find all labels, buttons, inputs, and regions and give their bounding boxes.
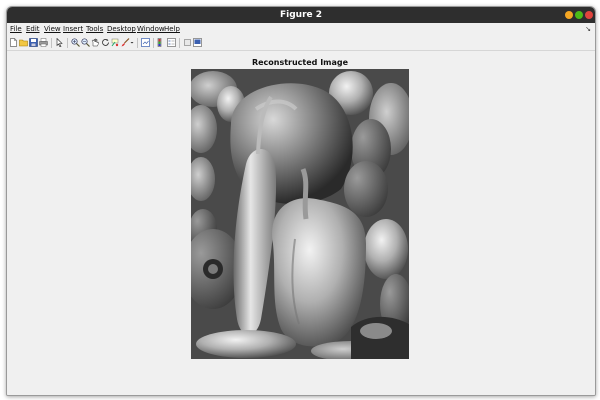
- pan-icon[interactable]: [91, 38, 100, 47]
- toolbar-separator: [137, 38, 138, 48]
- menu-view[interactable]: View: [44, 25, 61, 34]
- image-axes[interactable]: [191, 69, 409, 359]
- save-icon[interactable]: [29, 38, 38, 47]
- insert-colorbar-icon[interactable]: [157, 38, 166, 47]
- insert-legend-icon[interactable]: [167, 38, 176, 47]
- data-cursor-icon[interactable]: [111, 38, 120, 47]
- title-bar[interactable]: Figure 2: [7, 7, 595, 23]
- menu-window[interactable]: Window: [137, 25, 165, 34]
- toolbar-separator: [67, 38, 68, 48]
- menu-desktop[interactable]: Desktop: [107, 25, 136, 34]
- menu-file[interactable]: File: [10, 25, 22, 34]
- menu-bar: File Edit View Insert Tools Desktop Wind…: [7, 24, 595, 35]
- menu-tools[interactable]: Tools: [86, 25, 103, 34]
- figure-toolbar: [7, 36, 595, 51]
- edit-plot-icon[interactable]: [55, 38, 64, 47]
- axes-title: Reconstructed Image: [251, 58, 349, 67]
- menu-insert[interactable]: Insert: [63, 25, 83, 34]
- maximize-button[interactable]: [575, 11, 583, 19]
- link-plot-icon[interactable]: [141, 38, 150, 47]
- brush-icon[interactable]: [121, 38, 130, 47]
- minimize-button[interactable]: [565, 11, 573, 19]
- zoom-in-icon[interactable]: [71, 38, 80, 47]
- reconstructed-image: [191, 69, 409, 359]
- rotate-3d-icon[interactable]: [101, 38, 110, 47]
- open-file-icon[interactable]: [19, 38, 28, 47]
- figure-canvas: Reconstructed Image: [7, 51, 595, 395]
- window-title: Figure 2: [279, 10, 323, 20]
- brush-dropdown-icon[interactable]: [130, 38, 134, 47]
- figure-window: Figure 2 File Edit View Insert Tools Des…: [6, 6, 596, 396]
- print-icon[interactable]: [39, 38, 48, 47]
- toolbar-separator: [51, 38, 52, 48]
- menu-help[interactable]: Help: [164, 25, 180, 34]
- dock-figure-icon[interactable]: ↘: [585, 25, 591, 34]
- toolbar-separator: [179, 38, 180, 48]
- close-button[interactable]: [585, 11, 593, 19]
- new-figure-icon[interactable]: [9, 38, 18, 47]
- toolbar-separator: [153, 38, 154, 48]
- show-plot-tools-icon[interactable]: [193, 38, 202, 47]
- menu-edit[interactable]: Edit: [26, 25, 40, 34]
- zoom-out-icon[interactable]: [81, 38, 90, 47]
- hide-plot-tools-icon[interactable]: [183, 38, 192, 47]
